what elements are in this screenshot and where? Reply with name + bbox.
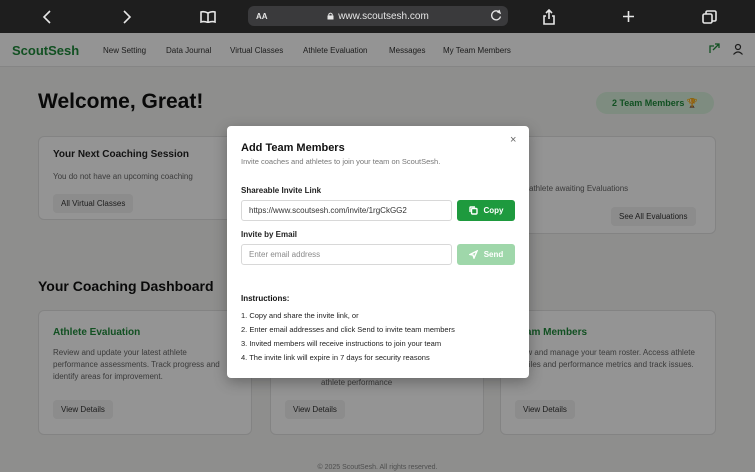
invite-link-field[interactable]: https://www.scoutsesh.com/invite/1rgCkGG… [241, 200, 452, 221]
add-team-members-modal: Add Team Members Invite coaches and athl… [227, 126, 529, 378]
send-icon [468, 250, 478, 259]
instruction-item: 3. Invited members will receive instruct… [241, 339, 442, 348]
url-display[interactable]: www.scoutsesh.com [248, 11, 508, 22]
url-text: www.scoutsesh.com [338, 10, 429, 22]
send-button-label: Send [483, 250, 504, 259]
send-button[interactable]: Send [457, 244, 515, 265]
new-tab-icon[interactable] [618, 0, 638, 33]
copy-button[interactable]: Copy [457, 200, 515, 221]
lock-icon [327, 12, 334, 20]
invite-email-label: Invite by Email [241, 230, 298, 239]
copy-button-label: Copy [483, 206, 504, 215]
share-icon[interactable] [539, 0, 559, 33]
invite-link-label: Shareable Invite Link [241, 186, 322, 195]
copy-icon [468, 206, 478, 215]
email-field[interactable]: Enter email address [241, 244, 452, 265]
instruction-item: 4. The invite link will expire in 7 days… [241, 353, 430, 362]
instructions-title: Instructions: [241, 294, 290, 303]
reload-icon[interactable] [490, 9, 502, 25]
forward-icon[interactable] [116, 0, 138, 33]
tabs-overview-icon[interactable] [699, 0, 719, 33]
address-bar[interactable]: AA www.scoutsesh.com [248, 6, 508, 26]
modal-title: Add Team Members [241, 142, 345, 154]
modal-subtitle: Invite coaches and athletes to join your… [241, 157, 441, 166]
back-icon[interactable] [36, 0, 58, 33]
instruction-item: 1. Copy and share the invite link, or [241, 311, 359, 320]
bookmarks-icon[interactable] [198, 0, 218, 33]
close-icon[interactable]: × [510, 134, 516, 146]
instruction-item: 2. Enter email addresses and click Send … [241, 325, 455, 334]
browser-toolbar: AA www.scoutsesh.com [0, 0, 755, 33]
